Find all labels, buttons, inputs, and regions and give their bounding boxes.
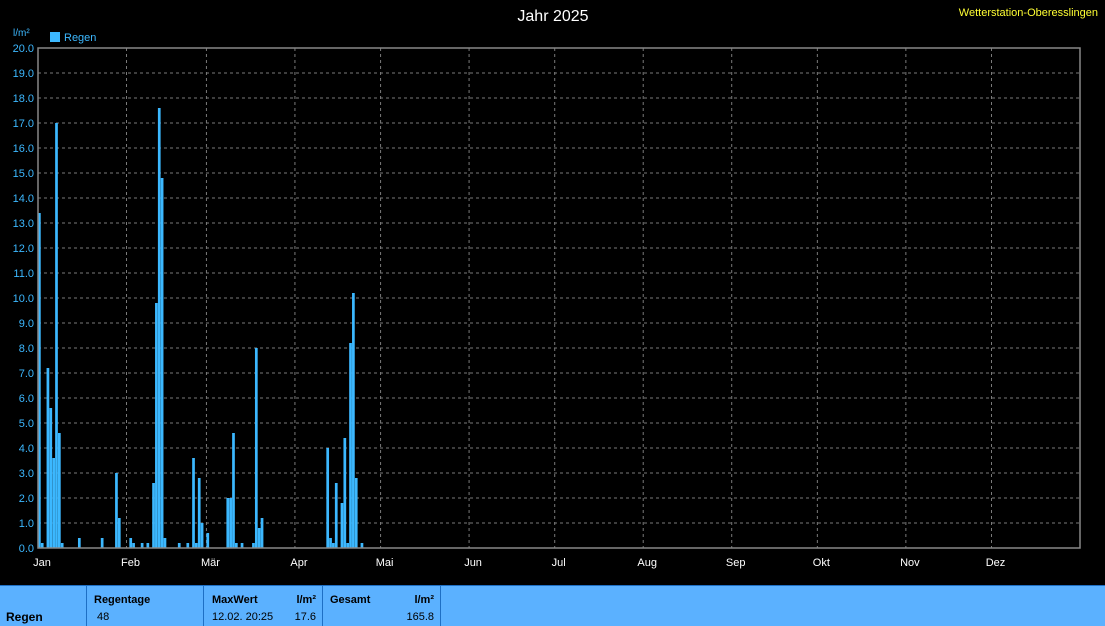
y-tick-label: 0.0 — [19, 543, 34, 555]
x-tick-label: Feb — [121, 557, 140, 569]
y-tick-label: 14.0 — [13, 193, 34, 205]
x-tick-label: Apr — [290, 557, 307, 569]
gesamt-label: Gesamt — [330, 594, 371, 606]
rain-bar — [352, 293, 355, 548]
rain-bar — [52, 458, 55, 548]
rain-bar — [206, 533, 210, 548]
maxwert-label: MaxWert — [212, 594, 258, 606]
rain-bar — [200, 523, 204, 548]
rain-bar — [100, 538, 104, 548]
y-tick-label: 8.0 — [19, 343, 34, 355]
rain-bar — [115, 473, 118, 548]
rain-bar — [354, 478, 358, 548]
y-tick-label: 2.0 — [19, 493, 34, 505]
y-tick-label: 15.0 — [13, 168, 34, 180]
rain-bar — [163, 538, 167, 548]
maxwert-value: 17.6 — [294, 611, 316, 623]
rain-chart: Jahr 2025 Wetterstation-Oberesslingen Re… — [13, 7, 1098, 569]
x-tick-label: Aug — [637, 557, 657, 569]
stats-gesamt-cell: Gesamt l/m² 165.8 — [323, 586, 441, 626]
y-tick-label: 18.0 — [13, 93, 34, 105]
gesamt-value: 165.8 — [406, 611, 434, 623]
y-tick-label: 12.0 — [13, 243, 34, 255]
x-tick-label: Mär — [201, 557, 220, 569]
rain-bar — [343, 438, 347, 548]
rain-bar — [192, 458, 195, 548]
rain-bar — [155, 303, 158, 548]
y-tick-label: 5.0 — [19, 418, 34, 430]
y-tick-label: 20.0 — [13, 43, 34, 55]
rain-bar — [117, 518, 121, 548]
rain-bar — [157, 108, 161, 548]
x-tick-label: Okt — [813, 557, 830, 569]
rain-bar — [160, 178, 164, 548]
chart-title: Jahr 2025 — [517, 8, 588, 25]
rain-bar — [340, 503, 344, 548]
rain-bar — [55, 123, 58, 548]
rain-bar — [329, 538, 332, 548]
y-tick-label: 4.0 — [19, 443, 34, 455]
y-axis-ticks: 0.0 1.0 2.0 3.0 4.0 5.0 6.0 7.0 8.0 9.0 10.0 11.0 12… — [13, 43, 34, 555]
maxwert-date: 12.02. 20:25 — [212, 611, 274, 623]
y-tick-label: 17.0 — [13, 118, 34, 130]
stats-row-label: Regen — [6, 610, 43, 624]
legend-label: Regen — [64, 32, 96, 44]
x-tick-label: Dez — [986, 557, 1006, 569]
x-tick-label: Jul — [552, 557, 566, 569]
gesamt-unit: l/m² — [414, 594, 434, 606]
rain-bar — [197, 478, 201, 548]
regentage-value: 48 — [97, 611, 110, 623]
stats-bar: Regen Regentage 48 MaxWert l/m² 12.02. 2… — [0, 585, 1105, 626]
y-axis-unit: l/m² — [13, 28, 30, 39]
bars — [38, 108, 364, 548]
y-tick-label: 10.0 — [13, 293, 34, 305]
y-tick-label: 16.0 — [13, 143, 34, 155]
y-tick-label: 6.0 — [19, 393, 34, 405]
x-tick-label: Jan — [33, 557, 51, 569]
stats-row-label-cell: Regen — [0, 586, 87, 626]
rain-bar — [257, 528, 261, 548]
y-tick-label: 7.0 — [19, 368, 34, 380]
x-axis-ticks: Jan Feb Mär Apr Mai Jun Jul Aug Sep Okt Nov Dez — [33, 557, 1005, 569]
y-tick-label: 9.0 — [19, 318, 34, 330]
x-tick-label: Mai — [376, 557, 394, 569]
rain-bar — [260, 518, 264, 548]
y-tick-label: 13.0 — [13, 218, 34, 230]
regentage-label: Regentage — [94, 594, 151, 606]
rain-bar — [334, 483, 338, 548]
rain-bar — [49, 408, 53, 548]
rain-bar — [254, 348, 258, 548]
rain-bar — [226, 498, 230, 548]
rain-bar — [46, 368, 50, 548]
maxwert-unit: l/m² — [296, 594, 316, 606]
station-name: Wetterstation-Oberesslingen — [959, 7, 1098, 19]
x-tick-label: Nov — [900, 557, 920, 569]
rain-bar — [326, 448, 330, 548]
x-tick-label: Sep — [726, 557, 746, 569]
rain-bar — [349, 343, 352, 548]
stats-maxwert-cell: MaxWert l/m² 12.02. 20:25 17.6 — [204, 586, 323, 626]
rain-bar — [229, 498, 232, 548]
rain-bar — [152, 483, 155, 548]
stats-regentage-cell: Regentage 48 — [87, 586, 204, 626]
x-tick-label: Jun — [464, 557, 482, 569]
legend-swatch — [50, 32, 60, 42]
y-tick-label: 3.0 — [19, 468, 34, 480]
y-tick-label: 19.0 — [13, 68, 34, 80]
y-tick-label: 1.0 — [19, 518, 34, 530]
rain-bar — [77, 538, 81, 548]
y-tick-label: 11.0 — [13, 268, 34, 280]
rain-bar — [129, 538, 133, 548]
rain-bar — [57, 433, 61, 548]
rain-bar — [232, 433, 235, 548]
